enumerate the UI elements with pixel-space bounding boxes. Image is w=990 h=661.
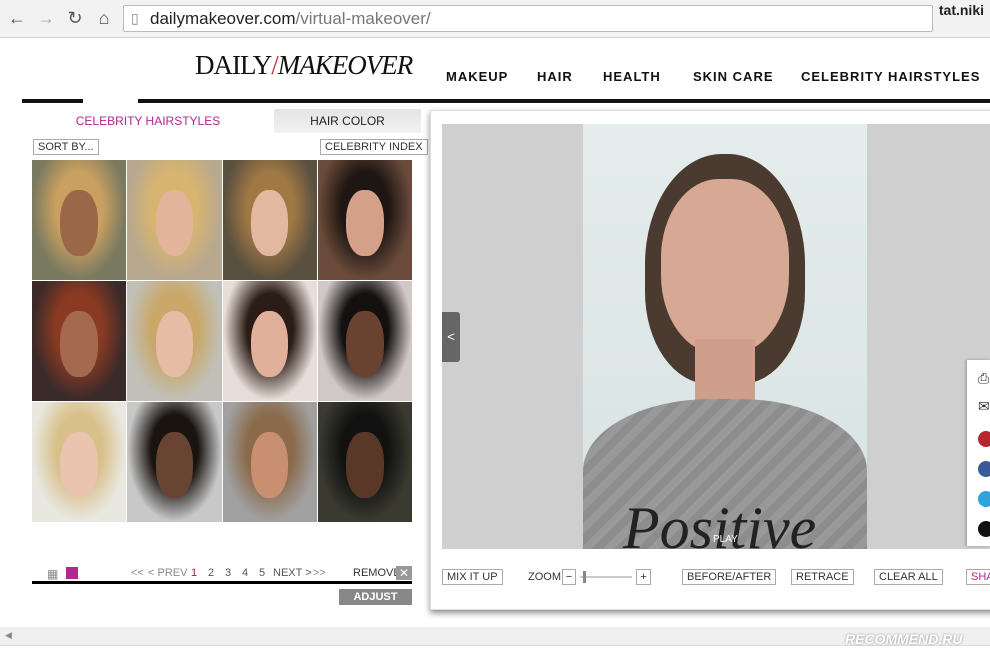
watermark: RECOMMEND.RU xyxy=(845,631,963,647)
url-domain: dailymakeover.com xyxy=(150,9,296,28)
tab-celebrity-hairstyles[interactable]: CELEBRITY HAIRSTYLES xyxy=(22,109,274,133)
page-link-5[interactable]: 5 xyxy=(259,567,265,579)
page-link-2[interactable]: 2 xyxy=(208,567,214,579)
celebrity-thumbnail[interactable] xyxy=(222,402,317,522)
prev-arrow-button[interactable]: < xyxy=(442,312,460,362)
celebrity-thumbnail[interactable] xyxy=(32,160,127,280)
back-icon[interactable]: ← xyxy=(6,8,28,29)
tab-hair-color[interactable]: HAIR COLOR xyxy=(274,109,421,133)
zoom-slider-handle[interactable] xyxy=(582,571,586,583)
home-icon[interactable]: ⌂ xyxy=(93,8,115,29)
page-link-3[interactable]: 3 xyxy=(225,567,231,579)
social-sidebar: ⎙ ✉ xyxy=(967,360,990,546)
nav-skin-care[interactable]: SKIN CARE xyxy=(693,69,774,84)
reload-icon[interactable]: ↻ xyxy=(64,8,86,29)
next-page-link[interactable]: NEXT > xyxy=(273,567,312,579)
url-path: /virtual-makeover/ xyxy=(295,9,431,28)
play-label[interactable]: PLAY xyxy=(713,534,738,545)
remove-close-icon[interactable]: ✕ xyxy=(396,566,412,580)
horizontal-scrollbar[interactable]: ◀ xyxy=(0,627,990,646)
share-icon[interactable] xyxy=(978,521,990,537)
twitter-icon[interactable] xyxy=(978,491,990,507)
zoom-in-button[interactable]: + xyxy=(636,569,651,585)
celebrity-thumbnail[interactable] xyxy=(32,402,127,522)
prev-page-link[interactable]: < PREV xyxy=(148,567,187,579)
clear-all-button[interactable]: CLEAR ALL xyxy=(874,569,943,585)
logo-right: MAKEOVER xyxy=(277,50,413,80)
nav-health[interactable]: HEALTH xyxy=(603,69,661,84)
logo-left: DAILY xyxy=(195,50,272,80)
celebrity-face xyxy=(60,432,98,498)
user-name[interactable]: tat.niki xyxy=(939,2,984,18)
remove-label[interactable]: REMOVE xyxy=(353,567,401,579)
small-grid-icon[interactable]: ▦ xyxy=(47,567,58,581)
celebrity-thumbnail[interactable] xyxy=(317,160,412,280)
zoom-label: ZOOM xyxy=(528,571,561,583)
celebrity-face xyxy=(346,432,384,498)
header-divider xyxy=(138,99,990,103)
nav-hair[interactable]: HAIR xyxy=(537,69,573,84)
first-page-link[interactable]: << xyxy=(131,567,144,579)
celebrity-face xyxy=(250,190,289,256)
pinterest-icon[interactable] xyxy=(978,431,990,447)
celebrity-face xyxy=(155,190,194,256)
nav-makeup[interactable]: MAKEUP xyxy=(446,69,508,84)
facebook-icon[interactable] xyxy=(978,461,990,477)
celebrity-thumbnail[interactable] xyxy=(127,281,222,401)
pagination-divider xyxy=(32,581,412,584)
before-after-button[interactable]: BEFORE/AFTER xyxy=(682,569,777,585)
celebrity-thumbnail[interactable] xyxy=(127,160,222,280)
share-button[interactable]: SHA xyxy=(966,569,990,585)
zoom-slider[interactable] xyxy=(576,569,636,585)
celebrity-thumbnail[interactable] xyxy=(317,281,412,401)
large-grid-icon[interactable] xyxy=(66,567,78,579)
header-divider xyxy=(22,99,83,103)
celebrity-face xyxy=(346,190,384,256)
last-page-link[interactable]: >> xyxy=(313,567,326,579)
celebrity-grid xyxy=(32,160,412,522)
page-link-1[interactable]: 1 xyxy=(191,567,197,579)
nav-celebrity-hairstyles[interactable]: CELEBRITY HAIRSTYLES xyxy=(801,69,980,84)
celebrity-face xyxy=(250,311,289,377)
adjust-hair-button[interactable]: ADJUST HAIR xyxy=(339,589,412,619)
celebrity-face xyxy=(155,311,194,377)
scroll-left-icon[interactable]: ◀ xyxy=(5,630,12,641)
site-logo[interactable]: DAILY/MAKEOVER xyxy=(195,50,413,81)
celebrity-face xyxy=(346,311,384,377)
celebrity-face xyxy=(155,432,194,498)
celebrity-face xyxy=(250,432,289,498)
email-icon[interactable]: ✉ xyxy=(978,398,990,415)
celebrity-face xyxy=(60,311,98,377)
celebrity-thumbnail[interactable] xyxy=(127,402,222,522)
user-photo[interactable]: Positive PLAY xyxy=(583,124,867,549)
celebrity-thumbnail[interactable] xyxy=(32,281,127,401)
page-link-4[interactable]: 4 xyxy=(242,567,248,579)
celebrity-thumbnail[interactable] xyxy=(317,402,412,522)
celebrity-thumbnail[interactable] xyxy=(222,160,317,280)
sort-by-button[interactable]: SORT BY... xyxy=(33,139,99,155)
mix-it-up-button[interactable]: MIX IT UP xyxy=(442,569,503,585)
browser-toolbar: ← → ↻ ⌂ ▯ dailymakeover.com/virtual-make… xyxy=(0,0,990,38)
retrace-button[interactable]: RETRACE xyxy=(791,569,854,585)
celebrity-face xyxy=(60,190,98,256)
zoom-out-button[interactable]: − xyxy=(562,569,576,585)
forward-icon[interactable]: → xyxy=(35,8,57,29)
page-icon: ▯ xyxy=(131,10,139,26)
address-bar[interactable]: ▯ dailymakeover.com/virtual-makeover/ xyxy=(123,5,933,32)
celebrity-index-button[interactable]: CELEBRITY INDEX xyxy=(320,139,428,155)
print-icon[interactable]: ⎙ xyxy=(978,370,989,387)
celebrity-thumbnail[interactable] xyxy=(222,281,317,401)
